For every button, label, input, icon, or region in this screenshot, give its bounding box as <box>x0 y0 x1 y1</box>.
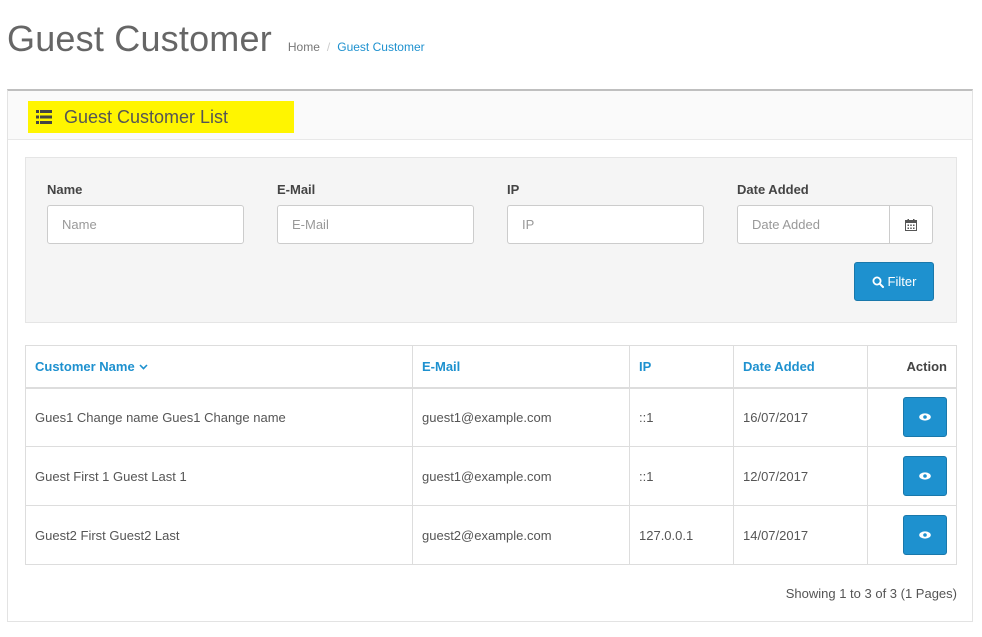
cell-ip: ::1 <box>629 387 734 447</box>
cell-customer-name: Gues1 Change name Gues1 Change name <box>25 387 413 447</box>
guest-customer-panel: Guest Customer List Name E-Mail IP Date … <box>7 89 973 622</box>
filter-ip-label: IP <box>507 182 520 197</box>
guest-customer-table: Customer Name E-Mail IP Date Added Actio… <box>25 345 957 565</box>
filter-email-label: E-Mail <box>277 182 316 197</box>
calendar-icon <box>905 218 917 231</box>
cell-date-added: 14/07/2017 <box>733 505 868 565</box>
cell-ip: ::1 <box>629 446 734 506</box>
table-header-row: Customer Name E-Mail IP Date Added Actio… <box>25 345 957 389</box>
filter-name-input[interactable] <box>47 205 244 244</box>
cell-action <box>867 505 957 565</box>
eye-icon <box>919 472 931 480</box>
chevron-down-icon <box>139 364 148 371</box>
filter-date-input[interactable] <box>737 205 890 244</box>
date-input-group <box>737 205 933 244</box>
cell-email: guest1@example.com <box>412 446 630 506</box>
view-button[interactable] <box>903 456 947 496</box>
page-header: Guest Customer Home / Guest Customer <box>7 18 425 60</box>
eye-icon <box>919 531 931 539</box>
col-header-action: Action <box>867 345 957 389</box>
eye-icon <box>919 413 931 421</box>
sort-date-added-link[interactable]: Date Added <box>743 359 815 374</box>
table-row: Guest First 1 Guest Last 1 guest1@exampl… <box>25 446 957 506</box>
cell-date-added: 16/07/2017 <box>733 387 868 447</box>
sort-customer-name-link[interactable]: Customer Name <box>35 359 148 374</box>
cell-ip: 127.0.0.1 <box>629 505 734 565</box>
cell-date-added: 12/07/2017 <box>733 446 868 506</box>
filter-ip-input[interactable] <box>507 205 704 244</box>
view-button[interactable] <box>903 515 947 555</box>
sort-ip-link[interactable]: IP <box>639 359 651 374</box>
filter-ip-group: IP <box>507 182 704 244</box>
search-icon <box>872 276 884 288</box>
sort-email-link[interactable]: E-Mail <box>422 359 460 374</box>
breadcrumb-home-link[interactable]: Home <box>288 40 320 54</box>
panel-heading: Guest Customer List <box>8 91 972 140</box>
filter-email-input[interactable] <box>277 205 474 244</box>
table-row: Gues1 Change name Gues1 Change name gues… <box>25 387 957 447</box>
calendar-button[interactable] <box>890 205 933 244</box>
breadcrumb-separator: / <box>326 40 331 54</box>
col-header-customer-name: Customer Name <box>25 345 413 389</box>
cell-action <box>867 446 957 506</box>
page-title: Guest Customer <box>7 18 272 59</box>
filter-email-group: E-Mail <box>277 182 474 244</box>
filter-box: Name E-Mail IP Date Added <box>25 157 957 323</box>
panel-title-highlight: Guest Customer List <box>28 101 294 133</box>
col-header-date-added: Date Added <box>733 345 868 389</box>
breadcrumb: Home / Guest Customer <box>288 40 425 54</box>
filter-button[interactable]: Filter <box>854 262 934 301</box>
cell-action <box>867 387 957 447</box>
cell-customer-name: Guest First 1 Guest Last 1 <box>25 446 413 506</box>
breadcrumb-current-link[interactable]: Guest Customer <box>337 40 424 54</box>
filter-name-group: Name <box>47 182 244 244</box>
view-button[interactable] <box>903 397 947 438</box>
panel-title: Guest Customer List <box>64 106 229 127</box>
pagination-summary: Showing 1 to 3 of 3 (1 Pages) <box>785 586 957 601</box>
cell-email: guest2@example.com <box>412 505 630 565</box>
filter-button-label: Filter <box>887 274 917 289</box>
cell-customer-name: Guest2 First Guest2 Last <box>25 505 413 565</box>
list-icon <box>36 110 52 124</box>
table-row: Guest2 First Guest2 Last guest2@example.… <box>25 505 957 565</box>
cell-email: guest1@example.com <box>412 387 630 447</box>
filter-date-label: Date Added <box>737 182 809 197</box>
col-header-ip: IP <box>629 345 734 389</box>
filter-date-group: Date Added <box>737 182 933 244</box>
col-header-email: E-Mail <box>412 345 630 389</box>
filter-name-label: Name <box>47 182 83 197</box>
